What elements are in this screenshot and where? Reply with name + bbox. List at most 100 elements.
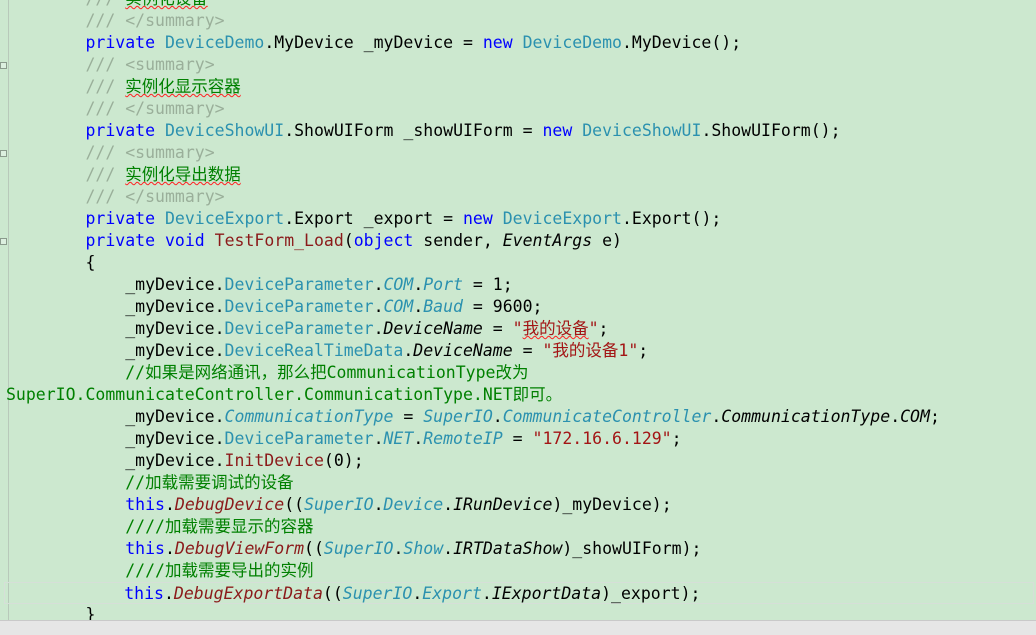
code-token: CommunicateController (502, 407, 712, 426)
code-token: (( (322, 584, 343, 603)
code-token: _myDevice. (6, 451, 225, 470)
code-token: TestForm_Load (214, 231, 344, 250)
code-line[interactable]: ////加载需要显示的容器 (6, 516, 313, 538)
code-token: = (482, 319, 513, 338)
code-token: /// </summary> (85, 187, 225, 206)
code-line[interactable]: private DeviceExport.Export _export = ne… (6, 208, 721, 230)
code-line[interactable]: _myDevice.DeviceParameter.NET.RemoteIP =… (6, 428, 681, 450)
code-token: " (542, 341, 553, 360)
code-token: e) (592, 231, 622, 250)
code-token: (( (284, 495, 305, 514)
code-line[interactable]: _myDevice.DeviceParameter.COM.Port = 1; (6, 274, 512, 296)
code-token: _myDevice. (6, 407, 225, 426)
code-token: this (124, 584, 164, 603)
code-token: " (512, 319, 523, 338)
code-line[interactable]: /// </summary> (6, 98, 225, 120)
code-token: /// </summary> (85, 99, 225, 118)
code-token: . (163, 584, 174, 603)
code-token: _myDevice. (6, 341, 225, 360)
code-token: DebugExportData (173, 584, 323, 603)
editor-bottom-bar (0, 620, 1036, 635)
code-token: . (393, 539, 404, 558)
code-line[interactable]: /// 实例化导出数据 (6, 164, 240, 186)
code-line[interactable]: /// <summary> (6, 142, 215, 164)
code-token: (0); (323, 451, 364, 470)
code-token: ////加载需要显示的容器 (125, 517, 314, 536)
code-line[interactable]: /// </summary> (6, 10, 224, 32)
code-token: /// (85, 77, 126, 96)
code-token: /// <summary> (85, 55, 215, 74)
code-token: . (164, 539, 175, 558)
code-line[interactable]: /// </summary> (6, 186, 225, 208)
code-line[interactable]: //如果是网络通讯，那么把CommunicationType改为 (6, 362, 528, 384)
code-editor[interactable]: /// 实例化设备 /// </summary> private DeviceD… (0, 0, 1036, 635)
code-token: void (164, 231, 205, 250)
code-token: )_myDevice); (552, 495, 672, 514)
code-token: new (463, 209, 493, 228)
code-line[interactable]: /// <summary> (6, 54, 215, 76)
code-line[interactable]: _myDevice.InitDevice(0); (6, 450, 364, 472)
code-token: CommunicationType (224, 407, 394, 426)
code-token: ; (638, 341, 649, 360)
code-token: 我的设备 (522, 319, 589, 338)
code-token: Device (383, 495, 444, 514)
code-line[interactable]: /// 实例化设备 (6, 0, 208, 10)
code-line[interactable]: this.DebugViewForm((SuperIO.Show.IRTData… (6, 538, 701, 560)
code-token: SuperIO (342, 584, 413, 603)
code-token: /// <summary> (85, 143, 215, 162)
code-token: . (413, 297, 424, 316)
code-token: _myDevice. (6, 297, 225, 316)
code-line[interactable]: ////加载需要导出的实例 (6, 560, 313, 582)
code-token: RemoteIP (423, 429, 503, 448)
code-token: 实例化设备 (125, 0, 208, 8)
code-token: ; (598, 319, 609, 338)
code-line[interactable]: _myDevice.DeviceParameter.COM.Baud = 960… (6, 296, 542, 318)
code-token: . (443, 495, 454, 514)
code-token: . (711, 407, 722, 426)
code-line[interactable]: _myDevice.DeviceRealTimeData.DeviceName … (6, 340, 648, 362)
code-token: . (413, 429, 424, 448)
code-token: _myDevice. (6, 275, 225, 294)
code-line[interactable]: this.DebugDevice((SuperIO.Device.IRunDev… (6, 494, 672, 516)
code-token: NET (383, 429, 414, 448)
code-token: DebugViewForm (174, 539, 305, 558)
code-token: DeviceDemo (164, 33, 265, 52)
code-line[interactable]: private DeviceShowUI.ShowUIForm _showUIF… (6, 120, 840, 142)
code-token: new (542, 121, 573, 140)
code-token: sender, (413, 231, 503, 250)
code-token: DebugDevice (174, 495, 285, 514)
code-line[interactable]: _myDevice.DeviceParameter.DeviceName = "… (6, 318, 608, 340)
code-line[interactable]: private void TestForm_Load(object sender… (6, 230, 622, 252)
code-line[interactable]: SuperIO.CommunicateController.Communicat… (6, 384, 562, 406)
code-token: DeviceName (413, 341, 513, 360)
code-line[interactable]: private DeviceDemo.MyDevice _myDevice = … (6, 32, 741, 54)
code-line[interactable]: _myDevice.CommunicationType = SuperIO.Co… (6, 406, 940, 428)
code-line[interactable]: { (6, 252, 95, 274)
code-token: . (443, 539, 454, 558)
code-token: .Export(); (621, 209, 722, 228)
code-token: new (482, 33, 513, 52)
code-token: Baud (423, 297, 463, 316)
code-token: DeviceParameter (224, 297, 374, 316)
code-token: DeviceParameter (224, 275, 374, 294)
code-token: )_showUIForm); (562, 539, 702, 558)
code-line[interactable]: /// 实例化显示容器 (6, 76, 240, 98)
code-token: . (412, 584, 423, 603)
code-token: )_export); (601, 584, 701, 603)
code-line[interactable]: //加载需要调试的设备 (6, 472, 293, 494)
code-token: .MyDevice _myDevice = (264, 33, 483, 52)
code-token: Port (423, 275, 463, 294)
code-line[interactable]: this.DebugExportData((SuperIO.Export.IEx… (4, 582, 1034, 604)
